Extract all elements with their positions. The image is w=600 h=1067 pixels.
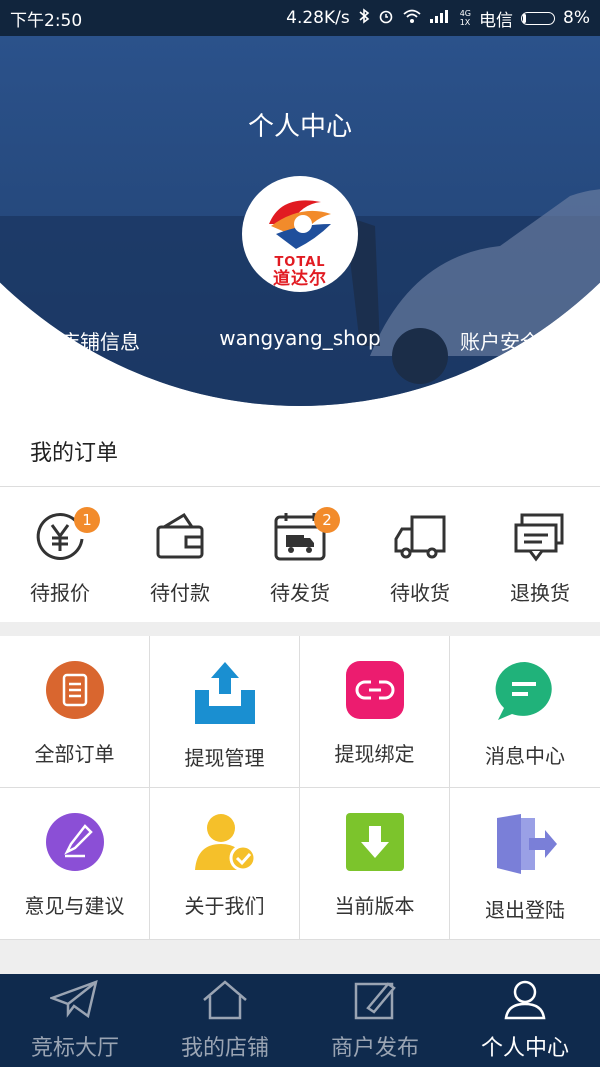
status-bar: 下午2:50 4.28K/s 4G 1X 电信 8% <box>0 0 600 36</box>
person-icon <box>502 980 548 1030</box>
badge-count: 2 <box>314 507 340 533</box>
logout-door-icon <box>493 812 557 880</box>
logo-text: TOTAL 道达尔 <box>273 255 327 289</box>
upload-tray-icon <box>193 660 257 728</box>
order-pending-shipment[interactable]: 2 待发货 <box>240 487 360 621</box>
battery-level: 8% <box>563 8 590 28</box>
order-pending-receipt[interactable]: 待收货 <box>360 487 480 621</box>
tab-label: 商户发布 <box>330 1035 419 1061</box>
menu-label: 消息中心 <box>485 744 565 768</box>
network-speed: 4.28K/s <box>286 8 350 28</box>
menu-label: 意见与建议 <box>24 894 125 918</box>
function-grid: 全部订单 提现管理 提现绑定 消息中心 意见与建议 关于我们 当前版本 退出登陆 <box>0 636 600 940</box>
tab-label: 我的店铺 <box>180 1035 269 1061</box>
order-label: 待付款 <box>150 581 210 605</box>
download-icon <box>345 812 405 876</box>
my-orders-section: 我的订单 1 待报价 待付款 2 待发货 待收货 退换货 <box>0 416 600 622</box>
badge-count: 1 <box>74 507 100 533</box>
order-label: 待收货 <box>390 581 450 605</box>
order-label: 退换货 <box>510 581 570 605</box>
total-logo-icon <box>269 200 331 249</box>
shop-name: wangyang_shop <box>219 326 381 350</box>
carrier: 电信 <box>479 10 514 31</box>
user-check-icon <box>193 812 257 876</box>
signal-icon <box>429 8 452 28</box>
order-status-row: 1 待报价 待付款 2 待发货 待收货 退换货 <box>0 487 600 621</box>
header-links: 店铺信息 wangyang_shop 账户安全 <box>0 326 600 355</box>
menu-withdraw-manage[interactable]: 提现管理 <box>150 636 300 788</box>
battery-icon <box>521 11 556 25</box>
edit-icon <box>352 980 398 1030</box>
tab-personal-center[interactable]: 个人中心 <box>450 974 600 1067</box>
bluetooth-icon <box>358 7 370 29</box>
shop-info-link[interactable]: 店铺信息 <box>0 326 200 355</box>
tab-label: 竞标大厅 <box>30 1035 119 1061</box>
menu-label: 提现管理 <box>184 746 265 770</box>
order-returns[interactable]: 退换货 <box>480 487 600 621</box>
alarm-icon <box>378 8 394 29</box>
return-message-icon <box>512 509 568 569</box>
menu-withdraw-binding[interactable]: 提现绑定 <box>300 636 450 788</box>
menu-label: 退出登陆 <box>485 898 565 922</box>
home-icon <box>202 979 248 1030</box>
tab-my-shop[interactable]: 我的店铺 <box>150 974 300 1067</box>
wifi-icon <box>402 8 422 29</box>
tab-merchant-publish[interactable]: 商户发布 <box>300 974 450 1067</box>
tab-label: 个人中心 <box>480 1035 569 1061</box>
profile-header: 个人中心 TOTAL 道达尔 店铺信息 wangyang_shop 账户安全 <box>0 36 600 416</box>
tab-bidding-hall[interactable]: 竞标大厅 <box>0 974 150 1067</box>
truck-icon <box>392 509 448 569</box>
menu-logout[interactable]: 退出登陆 <box>450 788 600 940</box>
menu-message-center[interactable]: 消息中心 <box>450 636 600 788</box>
order-label: 待发货 <box>270 581 330 605</box>
order-pending-payment[interactable]: 待付款 <box>120 487 240 621</box>
menu-label: 当前版本 <box>334 894 415 918</box>
order-label: 待报价 <box>30 581 90 605</box>
bottom-tab-bar: 竞标大厅 我的店铺 商户发布 个人中心 <box>0 974 600 1067</box>
pen-nib-icon <box>45 812 105 876</box>
wallet-icon <box>152 509 208 569</box>
account-security-link[interactable]: 账户安全 <box>400 326 600 355</box>
menu-current-version[interactable]: 当前版本 <box>300 788 450 940</box>
page-title: 个人中心 <box>247 112 352 142</box>
status-time: 下午2:50 <box>10 10 83 31</box>
chat-bubble-icon <box>494 660 556 726</box>
link-icon <box>345 660 405 724</box>
menu-feedback[interactable]: 意见与建议 <box>0 788 150 940</box>
document-list-icon <box>45 660 105 724</box>
paper-plane-icon <box>48 979 100 1030</box>
menu-all-orders[interactable]: 全部订单 <box>0 636 150 788</box>
shop-avatar[interactable]: TOTAL 道达尔 <box>242 176 358 292</box>
menu-label: 全部订单 <box>34 742 115 766</box>
section-title: 我的订单 <box>0 416 600 487</box>
order-pending-quote[interactable]: 1 待报价 <box>0 487 120 621</box>
menu-label: 提现绑定 <box>334 742 415 766</box>
network-type: 4G 1X <box>459 9 472 27</box>
menu-about-us[interactable]: 关于我们 <box>150 788 300 940</box>
menu-label: 关于我们 <box>184 894 265 918</box>
